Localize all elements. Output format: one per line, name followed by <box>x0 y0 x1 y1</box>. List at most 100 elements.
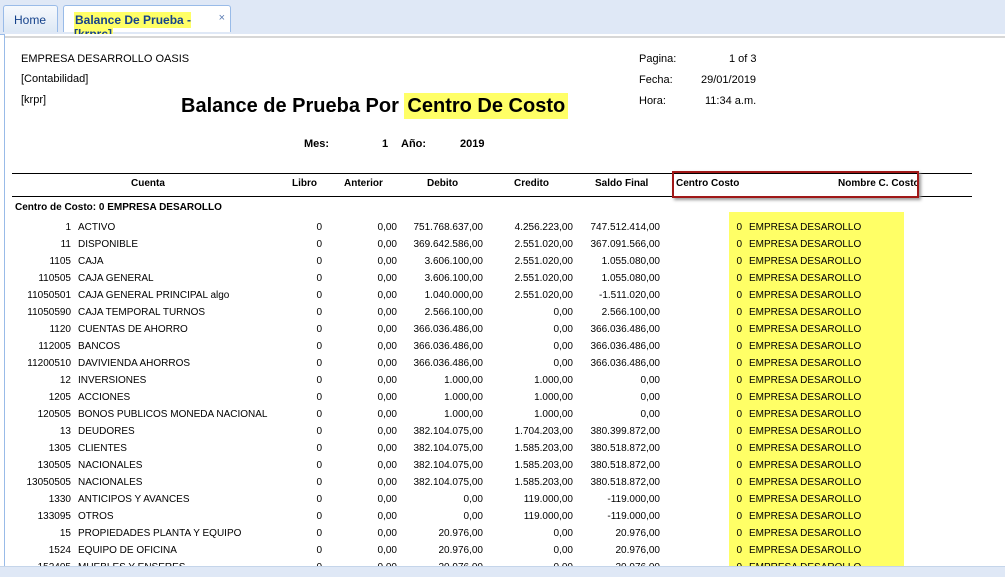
anterior-value: 0,00 <box>377 358 397 369</box>
centro-costo-value: 0 <box>736 358 742 369</box>
nombre-cc-value: EMPRESA DESAROLLO <box>749 494 862 505</box>
col-libro: Libro <box>292 178 317 189</box>
table-row: 1 ACTIVO 0 0,00 751.768.637,00 4.256.223,00 74… <box>0 222 1005 239</box>
saldo-final-value: -119.000,00 <box>607 494 660 505</box>
tab-home[interactable]: Home <box>3 5 58 32</box>
module-label: [Contabilidad] <box>21 73 89 85</box>
libro-value: 0 <box>316 528 322 539</box>
credito-value: 2.551.020,00 <box>514 239 573 250</box>
table-row: 13050505 NACIONALES 0 0,00 382.104.075,00 1.5… <box>0 477 1005 494</box>
credito-value: 0,00 <box>553 324 573 335</box>
anterior-value: 0,00 <box>377 460 397 471</box>
anterior-value: 0,00 <box>377 545 397 556</box>
libro-value: 0 <box>316 545 322 556</box>
nombre-cc-value: EMPRESA DESAROLLO <box>749 256 862 267</box>
debito-value: 1.000,00 <box>444 375 483 386</box>
nombre-cc-value: EMPRESA DESAROLLO <box>749 324 862 335</box>
account-code: 1305 <box>48 443 71 454</box>
saldo-final-value: 747.512.414,00 <box>590 222 660 233</box>
table-row: 1205 ACCIONES 0 0,00 1.000,00 1.000,00 0,00 0 EM… <box>0 392 1005 409</box>
centro-costo-value: 0 <box>736 307 742 318</box>
nombre-cc-value: EMPRESA DESAROLLO <box>749 545 862 556</box>
account-code: 130505 <box>37 460 71 471</box>
saldo-final-value: 366.036.486,00 <box>590 358 660 369</box>
table-row: 12 INVERSIONES 0 0,00 1.000,00 1.000,00 0,00 0 E… <box>0 375 1005 392</box>
libro-value: 0 <box>316 409 322 420</box>
libro-value: 0 <box>316 273 322 284</box>
report-top-border <box>5 36 1005 38</box>
centro-costo-value: 0 <box>736 392 742 403</box>
credito-value: 2.551.020,00 <box>514 273 573 284</box>
libro-value: 0 <box>316 239 322 250</box>
account-name: PROPIEDADES PLANTA Y EQUIPO <box>78 528 242 539</box>
saldo-final-value: -119.000,00 <box>607 511 660 522</box>
centro-costo-value: 0 <box>736 443 742 454</box>
account-name: DEUDORES <box>78 426 135 437</box>
anterior-value: 0,00 <box>377 222 397 233</box>
table-row: 11200510 DAVIVIENDA AHORROS 0 0,00 366.036.4… <box>0 358 1005 375</box>
tab-balance-de-prueba[interactable]: Balance De Prueba -[krprc] × <box>63 5 231 42</box>
centro-costo-value: 0 <box>736 426 742 437</box>
fecha-value: 29/01/2019 <box>701 74 757 86</box>
debito-value: 3.606.100,00 <box>424 256 483 267</box>
fecha-label: Fecha: <box>639 74 673 86</box>
debito-value: 0,00 <box>463 511 483 522</box>
nombre-cc-value: EMPRESA DESAROLLO <box>749 409 862 420</box>
col-credito: Credito <box>514 178 549 189</box>
credito-value: 0,00 <box>553 528 573 539</box>
centro-costo-value: 0 <box>736 324 742 335</box>
saldo-final-value: 380.399.872,00 <box>590 426 660 437</box>
credito-value: 1.585.203,00 <box>514 477 573 488</box>
report-code: [krpr] <box>21 94 47 106</box>
table-row: 1305 CLIENTES 0 0,00 382.104.075,00 1.585.203… <box>0 443 1005 460</box>
libro-value: 0 <box>316 222 322 233</box>
libro-value: 0 <box>316 324 322 335</box>
hora-label: Hora: <box>639 95 666 107</box>
account-code: 11200510 <box>27 358 71 369</box>
account-name: CAJA GENERAL PRINCIPAL algo <box>78 290 230 301</box>
centro-costo-value: 0 <box>736 290 742 301</box>
saldo-final-value: 0,00 <box>640 409 660 420</box>
saldo-final-value: 1.055.080,00 <box>601 256 660 267</box>
saldo-final-value: 1.055.080,00 <box>601 273 660 284</box>
account-name: ACCIONES <box>78 392 131 403</box>
saldo-final-value: 380.518.872,00 <box>590 477 660 488</box>
anterior-value: 0,00 <box>377 256 397 267</box>
saldo-final-value: 380.518.872,00 <box>590 443 660 454</box>
centro-costo-value: 0 <box>736 409 742 420</box>
anterior-value: 0,00 <box>377 426 397 437</box>
account-code: 11050590 <box>27 307 71 318</box>
debito-value: 366.036.486,00 <box>413 324 483 335</box>
scrollbar[interactable] <box>0 566 1005 577</box>
credito-value: 0,00 <box>553 307 573 318</box>
close-icon[interactable]: × <box>219 12 225 24</box>
saldo-final-value: 0,00 <box>640 375 660 386</box>
account-name: NACIONALES <box>78 460 143 471</box>
libro-value: 0 <box>316 307 322 318</box>
table-row: 110505 CAJA GENERAL 0 0,00 3.606.100,00 2.551… <box>0 273 1005 290</box>
nombre-cc-value: EMPRESA DESAROLLO <box>749 307 862 318</box>
centro-costo-value: 0 <box>736 375 742 386</box>
centro-costo-value: 0 <box>736 239 742 250</box>
table-row: 11 DISPONIBLE 0 0,00 369.642.586,00 2.551.020… <box>0 239 1005 256</box>
credito-value: 1.704.203,00 <box>514 426 573 437</box>
anterior-value: 0,00 <box>377 443 397 454</box>
saldo-final-value: 20.976,00 <box>615 528 661 539</box>
credito-value: 4.256.223,00 <box>514 222 573 233</box>
table-row: 11050590 CAJA TEMPORAL TURNOS 0 0,00 2.566.1… <box>0 307 1005 324</box>
table-row: 133095 OTROS 0 0,00 0,00 119.000,00 -119.000,0… <box>0 511 1005 528</box>
anterior-value: 0,00 <box>377 324 397 335</box>
libro-value: 0 <box>316 443 322 454</box>
anterior-value: 0,00 <box>377 239 397 250</box>
debito-value: 366.036.486,00 <box>413 341 483 352</box>
libro-value: 0 <box>316 290 322 301</box>
saldo-final-value: 366.036.486,00 <box>590 324 660 335</box>
credito-value: 2.551.020,00 <box>514 290 573 301</box>
account-code: 1105 <box>49 256 71 267</box>
centro-costo-value: 0 <box>736 528 742 539</box>
nombre-cc-value: EMPRESA DESAROLLO <box>749 392 862 403</box>
libro-value: 0 <box>316 460 322 471</box>
account-name: OTROS <box>78 511 114 522</box>
col-debito: Debito <box>427 178 459 189</box>
debito-value: 382.104.075,00 <box>413 443 483 454</box>
